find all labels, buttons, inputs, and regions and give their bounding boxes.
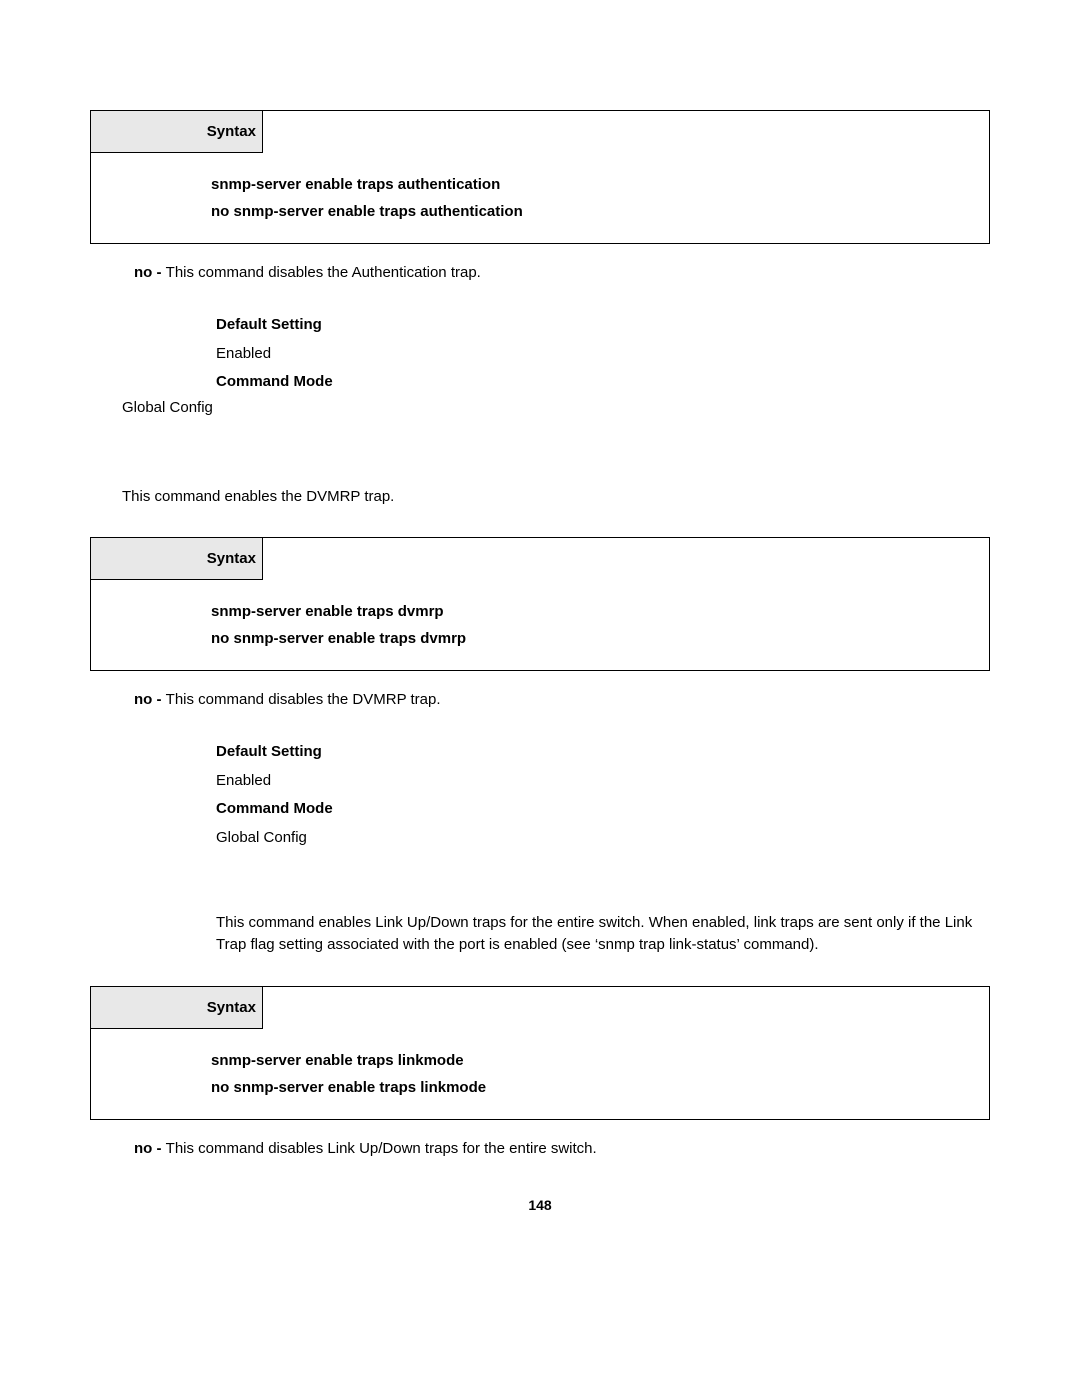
document-page: Syntax snmp-server enable traps authenti… — [0, 0, 1080, 1253]
syntax-line: snmp-server enable traps linkmode — [211, 1047, 977, 1074]
syntax-label: Syntax — [91, 987, 263, 1029]
command-mode-label: Command Mode — [216, 795, 990, 824]
page-number: 148 — [90, 1197, 990, 1213]
no-text: This command disables Link Up/Down traps… — [166, 1140, 597, 1157]
intro-paragraph: This command enables the DVMRP trap. — [122, 486, 990, 508]
syntax-header: Syntax — [91, 987, 989, 1029]
syntax-line: no snmp-server enable traps authenticati… — [211, 198, 977, 225]
no-prefix: no - — [134, 691, 166, 708]
default-setting-value: Enabled — [216, 767, 990, 796]
syntax-body: snmp-server enable traps dvmrp no snmp-s… — [91, 580, 989, 670]
command-mode-value: Global Config — [216, 824, 990, 853]
syntax-line: snmp-server enable traps authentication — [211, 171, 977, 198]
command-mode-label: Command Mode — [216, 368, 990, 397]
syntax-box-linkmode: Syntax snmp-server enable traps linkmode… — [90, 986, 990, 1120]
no-description: no - This command disables the Authentic… — [134, 264, 990, 281]
no-description: no - This command disables Link Up/Down … — [134, 1140, 990, 1157]
syntax-box-dvmrp: Syntax snmp-server enable traps dvmrp no… — [90, 537, 990, 671]
no-description: no - This command disables the DVMRP tra… — [134, 691, 990, 708]
no-text: This command disables the DVMRP trap. — [166, 691, 441, 708]
no-prefix: no - — [134, 264, 166, 281]
default-setting-label: Default Setting — [216, 311, 990, 340]
command-mode-value: Global Config — [122, 399, 990, 416]
intro-paragraph: This command enables Link Up/Down traps … — [216, 912, 980, 956]
default-setting-value: Enabled — [216, 340, 990, 369]
syntax-header: Syntax — [91, 111, 989, 153]
syntax-header: Syntax — [91, 538, 989, 580]
no-text: This command disables the Authentication… — [166, 264, 481, 281]
no-prefix: no - — [134, 1140, 166, 1157]
syntax-body: snmp-server enable traps authentication … — [91, 153, 989, 243]
settings-block: Default Setting Enabled Command Mode — [216, 311, 990, 397]
syntax-line: no snmp-server enable traps dvmrp — [211, 625, 977, 652]
syntax-line: snmp-server enable traps dvmrp — [211, 598, 977, 625]
syntax-body: snmp-server enable traps linkmode no snm… — [91, 1029, 989, 1119]
syntax-label: Syntax — [91, 111, 263, 153]
default-setting-label: Default Setting — [216, 738, 990, 767]
syntax-box-authentication: Syntax snmp-server enable traps authenti… — [90, 110, 990, 244]
syntax-label: Syntax — [91, 538, 263, 580]
settings-block: Default Setting Enabled Command Mode Glo… — [216, 738, 990, 852]
syntax-line: no snmp-server enable traps linkmode — [211, 1074, 977, 1101]
